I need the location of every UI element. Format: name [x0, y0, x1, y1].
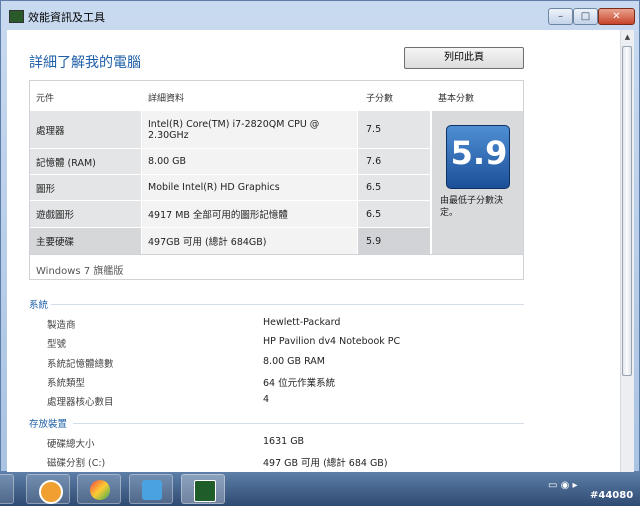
divider: [73, 423, 524, 424]
header-base-score: 基本分數: [438, 94, 475, 104]
taskbar-app-performance[interactable]: [181, 474, 225, 504]
subscore-cell: 6.5: [358, 175, 430, 200]
base-score-tile: 5.9: [446, 125, 510, 189]
table-row: 遊戲圖形 4917 MB 全部可用的圖形記憶體 6.5: [30, 201, 430, 227]
windows-edition: Windows 7 旗艦版: [36, 266, 124, 277]
minimize-button[interactable]: –: [548, 8, 573, 25]
table-row: 處理器 Intel(R) Core(TM) i7-2820QM CPU @ 2.…: [30, 111, 430, 148]
subscore-cell: 5.9: [358, 228, 430, 254]
divider: [30, 254, 523, 255]
taskbar: [0, 472, 640, 506]
maximize-button[interactable]: □: [573, 8, 598, 25]
subscore-cell: 6.5: [358, 201, 430, 227]
taskbar-app-paint[interactable]: [77, 474, 121, 504]
component-cell: 圖形: [30, 175, 141, 200]
storage-value: 1631 GB: [263, 436, 305, 447]
system-key: 系統類型: [47, 378, 86, 389]
page-title: 詳細了解我的電腦: [29, 55, 141, 71]
section-system-title: 系統: [29, 300, 49, 311]
app-icon: [9, 10, 24, 23]
system-tray[interactable]: ▭ ◉ ▸: [548, 480, 578, 491]
close-button[interactable]: ✕: [598, 8, 635, 25]
system-value: Hewlett-Packard: [263, 317, 341, 328]
taskbar-start-item[interactable]: [0, 474, 14, 504]
performance-monitor-icon: [194, 480, 216, 502]
details-cell: 8.00 GB: [142, 149, 357, 174]
scroll-thumb[interactable]: [622, 46, 632, 376]
system-key: 處理器核心數目: [47, 397, 114, 408]
image-stamp: #44080: [590, 490, 634, 501]
base-score-note: 由最低子分數決定。: [440, 196, 504, 218]
menu-icon: [39, 480, 63, 504]
header-details: 詳細資料: [148, 94, 185, 104]
table-row: 記憶體 (RAM) 8.00 GB 7.6: [30, 149, 430, 174]
print-page-button[interactable]: 列印此頁: [404, 47, 524, 69]
header-component: 元件: [36, 94, 55, 104]
score-panel: 元件 詳細資料 子分數 基本分數 處理器 Intel(R) Core(TM) i…: [29, 80, 524, 280]
subscore-cell: 7.6: [358, 149, 430, 174]
taskbar-app-menu[interactable]: [26, 474, 70, 504]
component-cell: 記憶體 (RAM): [30, 149, 141, 174]
details-cell: 497GB 可用 (總計 684GB): [142, 228, 357, 254]
storage-value: 497 GB 可用 (總計 684 GB): [263, 458, 388, 469]
system-key: 型號: [47, 339, 67, 350]
component-cell: 處理器: [30, 111, 141, 148]
system-value: HP Pavilion dv4 Notebook PC: [263, 336, 401, 347]
system-value: 4: [263, 394, 270, 405]
table-row: 圖形 Mobile Intel(R) HD Graphics 6.5: [30, 175, 430, 200]
window-title: 效能資訊及工具: [28, 11, 105, 24]
details-cell: Mobile Intel(R) HD Graphics: [142, 175, 357, 200]
scroll-up-icon[interactable]: ▲: [622, 31, 633, 44]
network-icon: [142, 480, 162, 500]
details-cell: Intel(R) Core(TM) i7-2820QM CPU @ 2.30GH…: [142, 111, 357, 148]
component-cell: 主要硬碟: [30, 228, 141, 254]
header-subscore: 子分數: [366, 94, 394, 104]
system-value: 8.00 GB RAM: [263, 356, 325, 367]
section-storage-title: 存放裝置: [29, 419, 68, 430]
base-score-value: 5.9: [450, 134, 508, 172]
system-key: 系統記憶體總數: [47, 359, 114, 370]
table-row: 主要硬碟 497GB 可用 (總計 684GB) 5.9: [30, 228, 430, 254]
taskbar-app-network[interactable]: [129, 474, 173, 504]
system-value: 64 位元作業系統: [263, 378, 336, 389]
palette-icon: [90, 480, 110, 500]
content-area: 詳細了解我的電腦 列印此頁 元件 詳細資料 子分數 基本分數 處理器 Intel…: [7, 30, 620, 472]
title-bar[interactable]: 效能資訊及工具 – □ ✕: [1, 1, 639, 31]
subscore-cell: 7.5: [358, 111, 430, 148]
divider: [51, 304, 524, 305]
component-cell: 遊戲圖形: [30, 201, 141, 227]
system-key: 製造商: [47, 320, 76, 331]
storage-key: 磁碟分割 (C:): [47, 458, 106, 469]
vertical-scrollbar[interactable]: ▲: [620, 30, 634, 472]
storage-key: 硬碟總大小: [47, 439, 95, 450]
base-score-box: 5.9 由最低子分數決定。: [432, 111, 523, 255]
details-cell: 4917 MB 全部可用的圖形記憶體: [142, 201, 357, 227]
